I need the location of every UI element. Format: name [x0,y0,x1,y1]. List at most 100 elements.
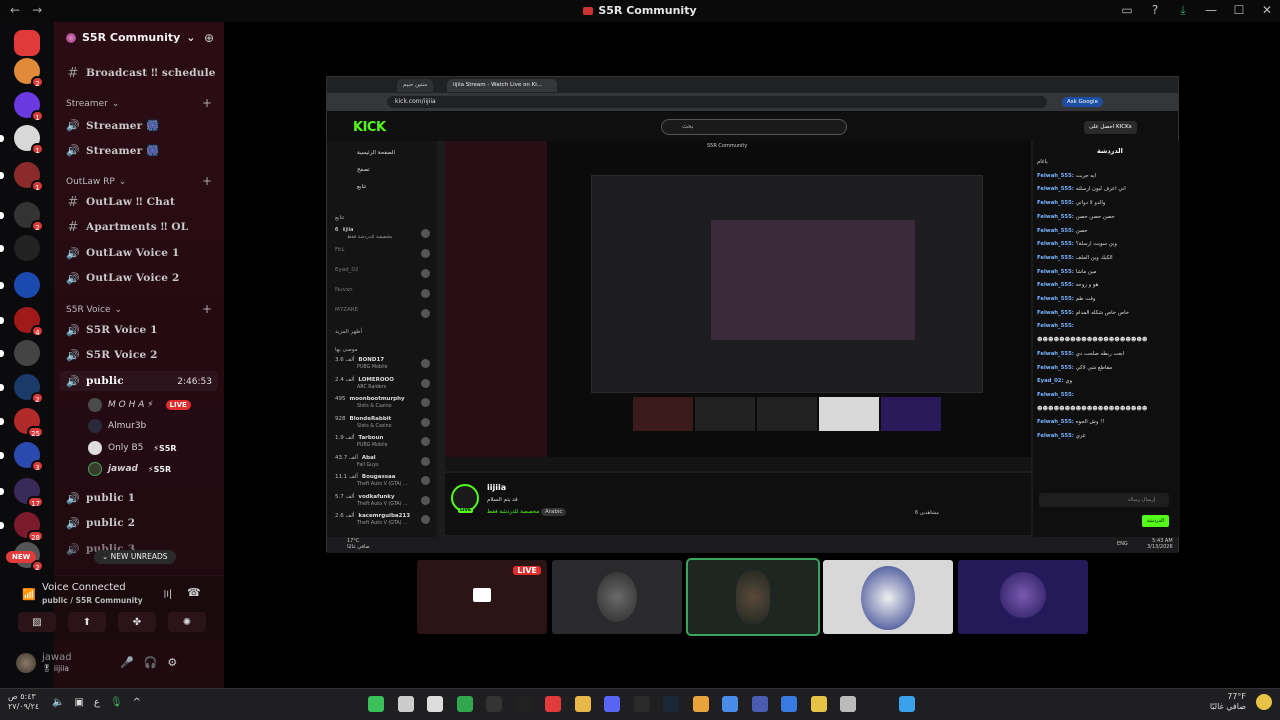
nav-following[interactable]: تتابع [357,184,366,190]
nav-home[interactable]: الصفحة الرئيسية [357,150,395,156]
discord-icon[interactable] [604,696,620,712]
tile-purple-logo[interactable] [958,560,1088,634]
stream-category[interactable]: مخصصة للدردشة فقط [487,509,539,515]
category-outlaw-rp[interactable]: OutLaw RP ⌄ [66,177,126,187]
followed-channel[interactable]: M7ZARE [335,307,358,313]
chat-username[interactable]: Felwah_555: [1037,323,1074,329]
server-northside-icon[interactable] [0,340,40,366]
headphones-icon[interactable]: 🎧 [144,656,158,669]
chat-username[interactable]: Felwah_555: [1037,186,1076,192]
soundboard-button[interactable]: ✺ [168,612,206,632]
adobe-icon[interactable] [545,696,561,712]
signal-icon[interactable]: 📶 [22,588,36,601]
chat-username[interactable]: Felwah_555: [1037,241,1076,247]
search-icon[interactable] [869,696,886,712]
recommended-channel[interactable]: 1.9 ألف Tarboun [335,435,383,441]
recommended-channel[interactable]: 43.7 ألف Abal [335,455,376,461]
voice-user-almur3b[interactable]: Almur3b [88,417,146,435]
close-button[interactable]: ✕ [1260,3,1274,18]
category-s5r-voice[interactable]: S5R Voice ⌄ [66,305,122,315]
activities-button[interactable]: ✤ [118,612,156,632]
chat-username[interactable]: Felwah_555: [1037,269,1076,275]
server-white-icon[interactable]: 1 [0,125,44,155]
store-icon[interactable] [781,696,797,712]
server-orange-icon[interactable]: 2 [14,58,44,88]
recommended-channel[interactable]: 2.4 ألف LOMEROOO [335,377,394,383]
s5r-icon[interactable] [427,696,443,712]
voice-channel-streamer-2[interactable]: 🔊 Streamer 🎆 [66,140,160,160]
add-channel-icon[interactable]: + [202,302,212,316]
tile-man-selected[interactable] [686,558,820,636]
microphone-tray-icon[interactable]: 🎙 [110,697,123,708]
streamer-name[interactable]: iijiia [487,483,506,492]
microphone-icon[interactable]: 🎤 [120,656,134,669]
voice-channel-public-1[interactable]: 🔊 public 1 [66,488,135,508]
chat-username[interactable]: Felwah_555: [1037,255,1076,261]
add-channel-icon[interactable]: + [202,96,212,110]
followed-channel[interactable]: FitL [335,247,345,253]
explorer-icon[interactable] [810,696,827,712]
followed-channel[interactable]: 6 iijiia [335,227,354,233]
add-member-icon[interactable]: ⊕ [204,31,214,45]
voice-user-only-b5[interactable]: Only B5 ⚡S5R [88,439,177,457]
server-red-3-icon[interactable]: 28 [0,512,44,542]
chat-username[interactable]: Felwah_555: [1037,310,1076,316]
start-icon[interactable] [899,696,915,712]
followed-channel[interactable]: Nuvxn [335,287,353,293]
weather-widget[interactable]: 77°F صافي غالبًا [1210,692,1246,712]
chat-username[interactable]: Felwah_555: [1037,228,1076,234]
download-icon[interactable]: ⤓ [1176,3,1190,18]
volume-icon[interactable]: 🔈 [52,697,64,708]
chat-username[interactable]: Eyad_02: [1037,378,1065,384]
epic-icon[interactable] [486,696,502,712]
folder-yellow-icon[interactable] [574,696,591,712]
video-off-button[interactable]: ▨ [18,612,56,632]
channel-outlaw-chat[interactable]: # OutLaw ‼ Chat [66,192,175,212]
server-blue-v-icon[interactable] [0,272,40,298]
guild-header[interactable]: S5R Community ⌄ [66,31,196,44]
chat-username[interactable]: Felwah_555: [1037,282,1076,288]
voice-channel-streamer-1[interactable]: 🔊 Streamer 🎆 [66,115,160,135]
chat-username[interactable]: Felwah_555: [1037,296,1076,302]
recommended-channel[interactable]: 11.1 ألف Bougassaa [335,474,395,480]
chrome-icon[interactable] [692,696,709,712]
chat-username[interactable]: Felwah_555: [1037,433,1076,439]
kick-logo[interactable]: KICK [353,120,386,135]
voice-channel-outlaw-1[interactable]: 🔊 OutLaw Voice 1 [66,243,180,263]
chat-input[interactable]: إرسال رسالة [1039,493,1169,507]
window-icon[interactable] [840,696,856,712]
chat-username[interactable]: Felwah_555: [1037,200,1076,206]
tile-helmet[interactable] [823,560,953,634]
voice-channel-s5r-1[interactable]: 🔊 S5R Voice 1 [66,320,158,340]
steam-blue-icon[interactable] [663,696,679,712]
recommended-channel[interactable]: 2.6 ألف kacemrguiba213 [335,513,410,519]
stream-language-tag[interactable]: Arabic [541,508,567,516]
server-vg-icon[interactable] [0,235,40,261]
chrome-2-icon[interactable] [722,696,738,712]
server-dark-icon[interactable]: 2 [0,202,44,232]
followed-channel[interactable]: Eyad_02 [335,267,358,273]
category-streamer[interactable]: Streamer ⌄ [66,99,119,109]
minimize-button[interactable]: — [1204,3,1218,18]
ask-google-button[interactable]: Ask Google [1062,97,1103,107]
chat-username[interactable]: Felwah_555: [1037,214,1076,220]
screen-share-button[interactable]: ⬆ [68,612,106,632]
steam-icon[interactable] [397,696,414,712]
maximize-button[interactable]: ☐ [1232,3,1246,18]
soundboard-icon[interactable]: 〣 [162,586,173,602]
inbox-icon[interactable]: ▭ [1120,3,1134,18]
discord-home-icon[interactable] [14,30,40,56]
voice-channel-outlaw-2[interactable]: 🔊 OutLaw Voice 2 [66,268,180,288]
server-blue-icon[interactable]: 2 [0,374,44,404]
server-purple-icon[interactable]: 1 [14,92,44,122]
clock[interactable]: ٥:٤٣ ص ٢٧/٠٩/٢٤ [8,692,39,712]
chevron-up-icon[interactable]: ^ [133,697,141,708]
settings-gear-icon[interactable]: ⚙ [167,656,177,669]
tile-stream-live[interactable]: LIVE [417,560,547,634]
kick-search-input[interactable]: بحث [661,119,847,135]
chat-username[interactable]: Felwah_555: [1037,392,1074,398]
display-icon[interactable]: ▣ [74,697,83,708]
channel-broadcast-schedule[interactable]: # Broadcast ‼ schedule [66,63,216,83]
chat-username[interactable]: Felwah_555: [1037,173,1076,179]
g-hub-icon[interactable] [515,696,532,712]
